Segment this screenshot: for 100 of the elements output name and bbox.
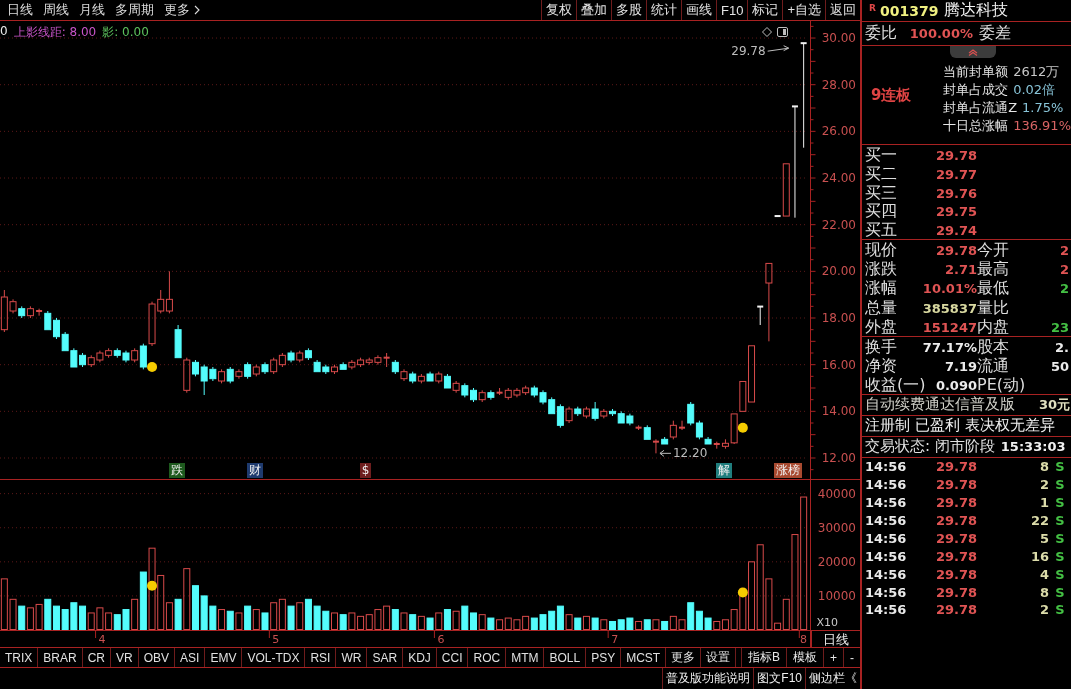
toolbar-button[interactable]: 多股 xyxy=(611,0,646,20)
field-label: 外盘 xyxy=(865,316,897,338)
candlestick xyxy=(679,420,685,431)
field-value: 0.090 xyxy=(935,377,977,393)
indicator-tab[interactable]: ROC xyxy=(468,648,507,667)
axis-label: 5 xyxy=(272,633,280,646)
axis-label: 30.00 xyxy=(821,31,856,46)
axis-label: 8 xyxy=(800,633,807,646)
field-value: 2. xyxy=(1055,339,1070,355)
indicator-tab[interactable]: WR xyxy=(336,648,368,667)
bid-label: 买四 xyxy=(865,201,897,222)
footer-link[interactable]: 普及版功能说明 xyxy=(662,668,754,689)
bid-label: 买三 xyxy=(865,182,897,203)
template-button[interactable]: - xyxy=(843,648,860,667)
indicator-tab[interactable]: VOL-TDX xyxy=(242,648,306,667)
indicator-tab[interactable]: MTM xyxy=(506,648,545,667)
panel-toggle-icon[interactable] xyxy=(777,27,788,37)
template-button[interactable]: + xyxy=(823,648,843,667)
indicator-tab[interactable]: BRAR xyxy=(38,648,83,667)
tick-price: 29.78 xyxy=(934,566,977,582)
period-menu-item[interactable]: 周线 xyxy=(38,0,74,20)
tick-volume: 8 xyxy=(1038,584,1049,600)
axis-label: 20.00 xyxy=(821,264,856,279)
template-button[interactable]: 模板 xyxy=(786,648,823,667)
axis-label: 30000 xyxy=(817,520,856,535)
tick-time: 14:56 xyxy=(865,584,908,600)
template-button[interactable]: 指标B xyxy=(740,648,786,667)
rights-label: R xyxy=(869,3,876,13)
indicator-tab[interactable]: EMV xyxy=(205,648,243,667)
toolbar-button[interactable]: 画线 xyxy=(681,0,716,20)
more-menu[interactable]: 更多 xyxy=(159,0,205,20)
promo-text[interactable]: 自动续费通达信普及版 xyxy=(865,395,1015,415)
footer-link[interactable]: 侧边栏《 xyxy=(805,668,860,689)
bid-label: 买一 xyxy=(865,145,897,166)
toolbar-button[interactable]: F10 xyxy=(716,0,748,20)
tick-volume: 8 xyxy=(1038,459,1049,475)
tick-price: 29.78 xyxy=(934,530,977,546)
toolbar-button[interactable]: 复权 xyxy=(541,0,576,20)
event-tag[interactable]: 解 xyxy=(715,463,732,478)
indicator-value: 0 xyxy=(0,24,8,40)
axis-label: 16.00 xyxy=(821,357,856,372)
stock-tags: 注册制 已盈利 表决权无差异 xyxy=(865,416,1055,436)
bid-price: 29.74 xyxy=(935,223,977,239)
indicator-tab[interactable]: VR xyxy=(111,648,139,667)
indicator-tab[interactable]: BOLL xyxy=(544,648,587,667)
tick-price: 29.78 xyxy=(934,584,977,600)
diamond-icon[interactable] xyxy=(762,27,772,37)
bid-label: 买五 xyxy=(865,220,897,242)
event-tag[interactable]: 涨榜 xyxy=(774,463,802,478)
toolbar-button[interactable]: 返回 xyxy=(825,0,860,20)
toolbar-button[interactable]: +自选 xyxy=(782,0,825,20)
field-label: 委比 xyxy=(865,23,897,44)
footer-link[interactable]: 图文F10 xyxy=(753,668,805,689)
period-menu-item[interactable]: 月线 xyxy=(74,0,110,20)
field-label: 收益(一) xyxy=(865,374,926,396)
axis-label: 18.00 xyxy=(821,311,856,325)
tick-volume: 5 xyxy=(1038,530,1049,546)
period-button[interactable]: 日线 xyxy=(811,631,860,647)
indicator-tab[interactable]: MCST xyxy=(621,648,667,667)
tick-time: 14:56 xyxy=(865,548,908,564)
tick-side: S xyxy=(1054,602,1066,618)
indicator-tab[interactable]: ASI xyxy=(175,648,206,667)
field-value: 2 xyxy=(1059,281,1070,297)
toolbar-button[interactable]: 标记 xyxy=(747,0,783,20)
field-label: 最高 xyxy=(977,259,1010,280)
tick-price: 29.78 xyxy=(934,495,977,511)
field-label: 涨幅 xyxy=(865,278,897,300)
tick-side: S xyxy=(1054,477,1066,493)
period-menu-item[interactable]: 多周期 xyxy=(110,0,159,20)
indicator-tab[interactable]: CR xyxy=(82,648,112,667)
stock-name: 腾达科技 xyxy=(944,0,1009,21)
field-value: 151247 xyxy=(922,319,977,335)
field-label: 涨跌 xyxy=(865,259,897,280)
indicator-tab[interactable]: KDJ xyxy=(403,648,437,667)
period-menu-item[interactable]: 日线 xyxy=(2,0,38,20)
stat-value: 2612万 xyxy=(1013,63,1060,82)
indicator-tab[interactable]: PSY xyxy=(586,648,622,667)
event-tag[interactable]: 跌 xyxy=(168,463,185,478)
field-label: 流通 xyxy=(977,355,1010,377)
signal-dot-icon xyxy=(147,580,158,591)
stock-code: 001379 xyxy=(879,2,939,19)
axis-label: 7 xyxy=(611,633,619,646)
axis-label: 20000 xyxy=(817,554,856,569)
collapse-button[interactable] xyxy=(950,46,996,58)
event-tag[interactable]: 财 xyxy=(246,463,263,478)
indicator-tab[interactable]: SAR xyxy=(367,648,404,667)
signal-dot-icon xyxy=(737,422,748,433)
low-price-label: 12.20 xyxy=(659,446,708,461)
toolbar-button[interactable]: 叠加 xyxy=(576,0,611,20)
toolbar-button[interactable]: 统计 xyxy=(646,0,681,20)
field-value: 77.17% xyxy=(922,339,977,355)
indicator-tab[interactable]: 更多 xyxy=(666,648,702,667)
event-tag[interactable]: $ xyxy=(359,463,372,478)
indicator-tab[interactable]: RSI xyxy=(305,648,337,667)
axis-label: 12.00 xyxy=(821,451,856,465)
indicator-tab[interactable]: 设置 xyxy=(701,648,737,667)
indicator-tab[interactable]: CCI xyxy=(436,648,469,667)
indicator-tab[interactable]: OBV xyxy=(138,648,176,667)
indicator-tab[interactable]: TRIX xyxy=(0,648,39,667)
field-label: 换手 xyxy=(865,336,897,358)
